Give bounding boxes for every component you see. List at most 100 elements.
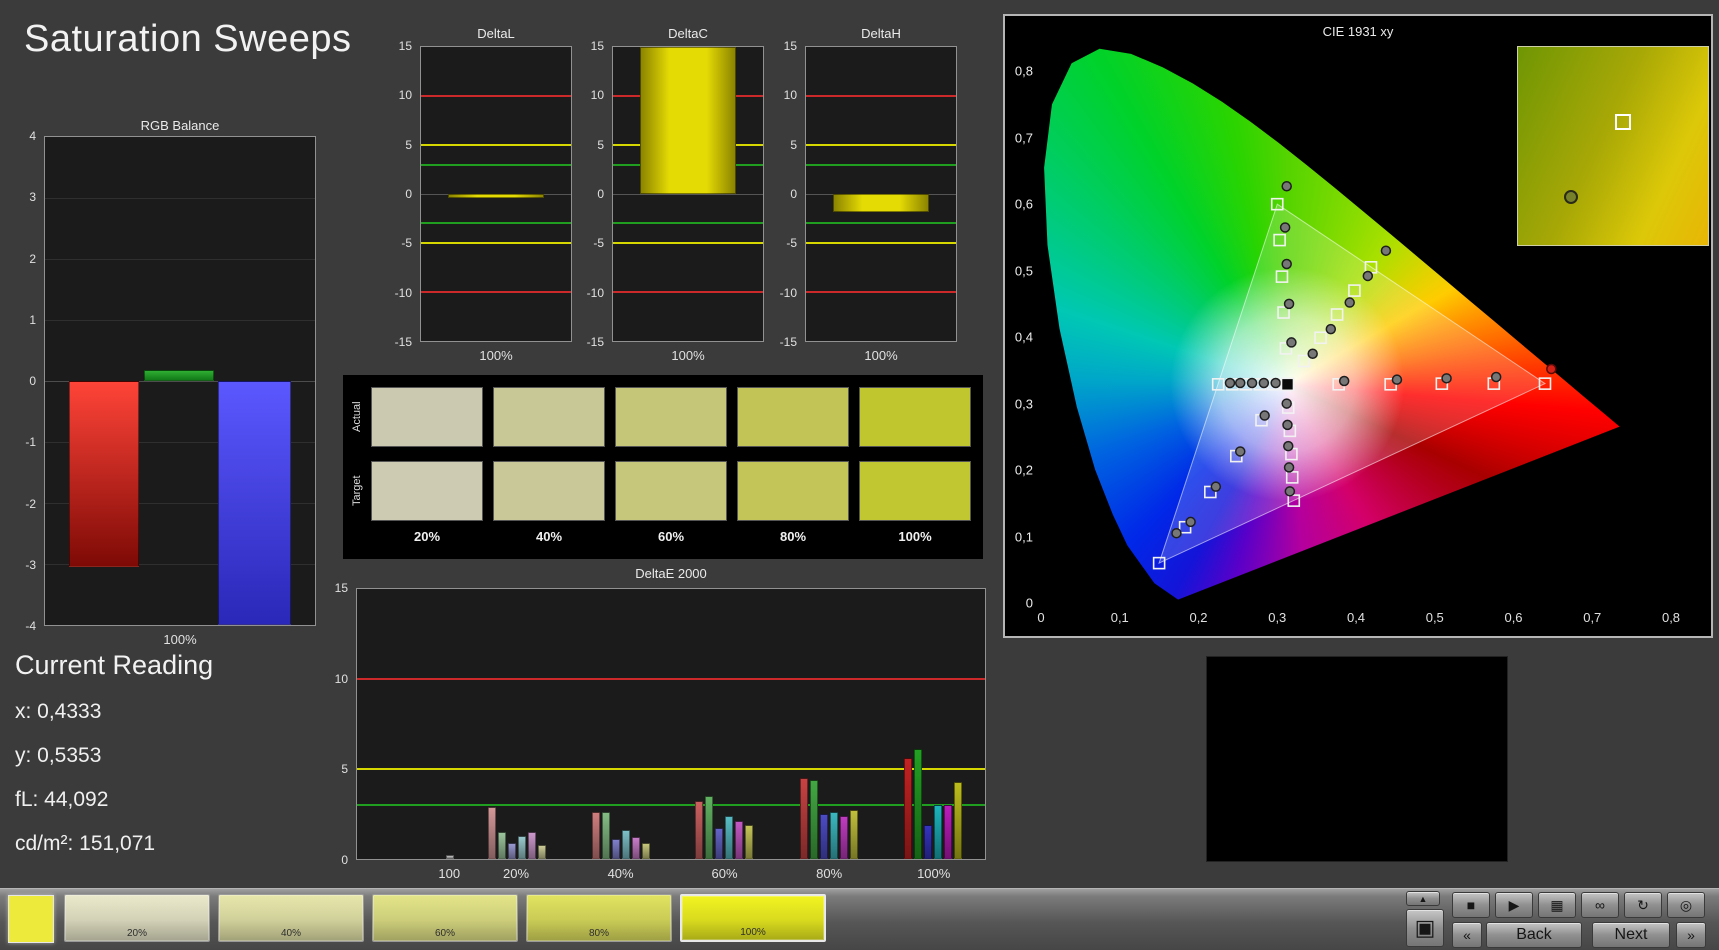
- target-swatch-100%: [859, 461, 971, 521]
- deltae-bar: [632, 837, 640, 859]
- deltae-bar: [498, 832, 506, 859]
- cie-y-tick: 0,1: [1015, 530, 1033, 543]
- y-tick-label: -5: [593, 237, 604, 249]
- measurement-dot: [1282, 182, 1291, 191]
- measurement-dot: [1226, 378, 1235, 387]
- deltae-bar: [612, 839, 620, 859]
- x-tick-label: 80%: [816, 866, 842, 881]
- next-button-label: Next: [1615, 926, 1648, 944]
- deltae-bar: [602, 812, 610, 859]
- deltae-bar: [830, 812, 838, 859]
- taskbar: 20%40%60%80%100% ▲ ▣ ■▶▦∞↻◎ « Back Next …: [0, 888, 1719, 950]
- deltae-bar: [954, 782, 962, 859]
- record-square-icon: ▣: [1415, 915, 1436, 941]
- cie-y-tick: 0,6: [1015, 198, 1033, 211]
- deltae-bar: [850, 810, 858, 859]
- delta-value-bar: [833, 194, 929, 212]
- chevron-up-button[interactable]: ▲: [1406, 891, 1440, 906]
- power-button[interactable]: ◎: [1667, 892, 1705, 918]
- measurement-dot: [1392, 375, 1401, 384]
- measurement-dot: [1442, 374, 1451, 383]
- measurement-dot: [1172, 529, 1181, 538]
- cie-x-tick: 0,8: [1662, 610, 1680, 625]
- y-tick-label: -3: [25, 559, 36, 571]
- cie-x-tick: 0,1: [1111, 610, 1129, 625]
- prev-page-button[interactable]: «: [1452, 922, 1482, 948]
- record-pattern-button[interactable]: ▣: [1406, 909, 1444, 947]
- deltae-bar: [725, 816, 733, 859]
- deltal-title: DeltaL: [420, 26, 572, 41]
- pattern-preview-window: [1206, 656, 1508, 862]
- current-reading-title: Current Reading: [15, 650, 213, 681]
- ref-line: [613, 242, 763, 244]
- taskbar-swatch-20%[interactable]: 20%: [64, 894, 210, 942]
- measurement-dot: [1326, 325, 1335, 334]
- deltae-bar: [735, 821, 743, 859]
- y-tick-label: -5: [401, 237, 412, 249]
- target-swatch-40%: [493, 461, 605, 521]
- actual-row-label: Actual: [351, 387, 363, 447]
- deltae-title: DeltaE 2000: [356, 566, 986, 581]
- measurement-dot: [1284, 442, 1293, 451]
- blue-bar: [218, 381, 291, 625]
- cie-y-tick: 0,5: [1015, 264, 1033, 277]
- deltae-bar: [446, 855, 454, 859]
- next-button[interactable]: Next: [1592, 922, 1670, 948]
- back-button[interactable]: Back: [1486, 922, 1582, 948]
- y-tick-label: 5: [341, 763, 348, 775]
- ref-line: [806, 242, 956, 244]
- taskbar-swatch-label: 40%: [219, 928, 363, 939]
- deltae-bar: [538, 845, 546, 859]
- deltac-title: DeltaC: [612, 26, 764, 41]
- ref-line: [806, 164, 956, 166]
- pattern-button[interactable]: ▦: [1538, 892, 1576, 918]
- deltae-bar: [820, 814, 828, 859]
- measurement-dot: [1285, 463, 1294, 472]
- measurement-dot: [1211, 482, 1220, 491]
- y-tick-label: -15: [780, 336, 797, 348]
- deltae-bar: [745, 825, 753, 859]
- deltae-bar: [528, 832, 536, 859]
- y-tick-label: 5: [790, 139, 797, 151]
- inset-target-square: [1615, 114, 1631, 130]
- play-button[interactable]: ▶: [1495, 892, 1533, 918]
- y-tick-label: 10: [399, 89, 412, 101]
- cie-x-tick: 0,7: [1583, 610, 1601, 625]
- taskbar-swatch-80%[interactable]: 80%: [526, 894, 672, 942]
- chevron-up-icon: ▲: [1419, 894, 1428, 904]
- y-tick-label: -10: [587, 287, 604, 299]
- cie-x-tick: 0,3: [1268, 610, 1286, 625]
- y-tick-label: -4: [25, 620, 36, 632]
- taskbar-swatch-60%[interactable]: 60%: [372, 894, 518, 942]
- taskbar-swatch-100%[interactable]: 100%: [680, 894, 826, 942]
- deltae-chart: DeltaE 2000 151050 10020%40%60%80%100%: [320, 566, 1000, 880]
- cie-title: CIE 1931 xy: [1005, 24, 1711, 39]
- swatch-col-label: 80%: [737, 529, 849, 544]
- y-tick-label: 0: [405, 188, 412, 200]
- y-tick-label: -10: [780, 287, 797, 299]
- deltae-bar: [914, 749, 922, 859]
- cie-x-tick: 0,6: [1504, 610, 1522, 625]
- refresh-button[interactable]: ↻: [1624, 892, 1662, 918]
- deltac-plot: [612, 46, 764, 342]
- next-page-button[interactable]: »: [1676, 922, 1706, 948]
- taskbar-swatch-40%[interactable]: 40%: [218, 894, 364, 942]
- rgb-balance-xlabel: 100%: [44, 632, 316, 647]
- loop-button[interactable]: ∞: [1581, 892, 1619, 918]
- y-tick-label: 5: [597, 139, 604, 151]
- measurement-dot: [1287, 338, 1296, 347]
- taskbar-swatch-label: 80%: [527, 928, 671, 939]
- rec709-gamut-triangle: [1159, 204, 1545, 563]
- inset-measured-dot: [1564, 190, 1578, 204]
- rgb-balance-plot: [44, 136, 316, 626]
- swatch-col-label: 20%: [371, 529, 483, 544]
- cie-x-tick: 0,2: [1189, 610, 1207, 625]
- measurement-dot: [1285, 299, 1294, 308]
- deltae-bar: [642, 843, 650, 859]
- x-tick-label: 100%: [917, 866, 950, 881]
- target-swatch-60%: [615, 461, 727, 521]
- stop-button[interactable]: ■: [1452, 892, 1490, 918]
- highlight-measurement-dot: [1547, 365, 1556, 374]
- cie-y-tick: 0,2: [1015, 464, 1033, 477]
- cie-1931-panel: CIE 1931 xy 00,10,20,30,40,50,60,70,8 00…: [1003, 14, 1713, 638]
